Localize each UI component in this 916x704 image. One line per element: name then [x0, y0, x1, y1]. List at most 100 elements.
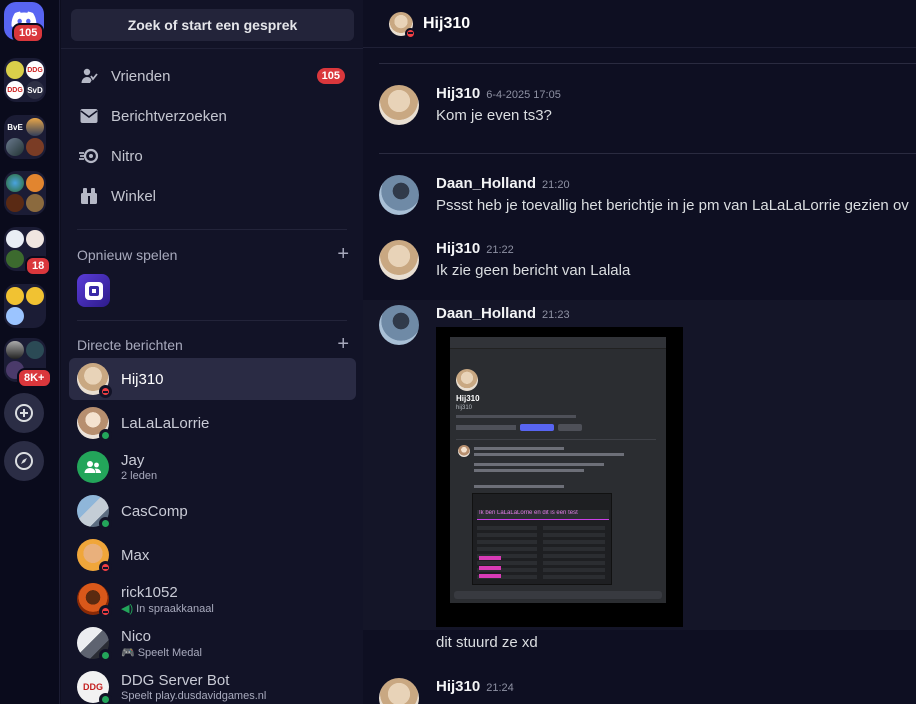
shop-icon: [79, 186, 99, 206]
message: Hij310 21:24: [379, 678, 916, 704]
avatar[interactable]: [379, 678, 419, 704]
message-author[interactable]: Hij310: [436, 85, 480, 102]
server-icon: [26, 194, 44, 212]
preview-line: [474, 447, 564, 450]
message-continuation: dit stuurd ze xd: [379, 634, 916, 654]
server-icon: [26, 341, 44, 359]
server-folder[interactable]: BvE: [4, 115, 46, 159]
server-folder[interactable]: [4, 171, 46, 215]
chat-panel: Hij310 Hij310 6-4-2025 17:05 Kom je even …: [363, 0, 916, 704]
gamepad-icon: 🎮: [121, 646, 135, 659]
message-content: Pssst heb je toevallig het berichtje in …: [436, 197, 909, 214]
nav-requests-label: Berichtverzoeken: [111, 107, 227, 125]
preview-highlight-text: Ik ben LaLaLaLorrie en dit is een test: [477, 510, 609, 520]
discover-button[interactable]: [4, 441, 44, 481]
nav-nitro-label: Nitro: [111, 147, 143, 165]
preview-name: Hij310: [456, 394, 480, 403]
avatar[interactable]: [379, 305, 419, 345]
friends-badge: 105: [316, 68, 345, 84]
game-icon[interactable]: [77, 274, 110, 307]
server-folder[interactable]: [4, 284, 46, 328]
image-attachment[interactable]: Hij310 hij310 Ik ben LaLaLaLorrie en dit…: [436, 327, 683, 627]
avatar: DDG: [77, 671, 112, 704]
avatar: [77, 583, 112, 618]
message: Hij310 6-4-2025 17:05 Kom je even ts3?: [379, 85, 916, 127]
nav-friends[interactable]: Vrienden 105: [69, 56, 355, 96]
server-icon: [26, 174, 44, 192]
server-icon: [6, 174, 24, 192]
nav-shop-label: Winkel: [111, 187, 157, 205]
avatar[interactable]: [379, 85, 419, 125]
preview-line: [474, 485, 564, 488]
dm-name: DDG Server Bot: [121, 672, 230, 689]
preview-avatar: [456, 369, 478, 391]
friends-icon: [79, 66, 99, 86]
preview-button: [520, 424, 554, 431]
home-unread-badge: 105: [12, 23, 45, 43]
avatar[interactable]: [379, 175, 419, 215]
message-timestamp: 6-4-2025 17:05: [486, 89, 561, 101]
dm-name: LaLaLaLorrie: [121, 414, 210, 432]
play-again-header: Opnieuw spelen +: [77, 243, 349, 266]
divider: [379, 153, 916, 154]
server-icon: [6, 61, 24, 79]
nav-shop[interactable]: Winkel: [69, 176, 355, 216]
divider: [379, 63, 916, 64]
message-content: dit stuurd ze xd: [436, 634, 538, 651]
preview-button: [558, 424, 582, 431]
server-icon: [6, 138, 24, 156]
message-author[interactable]: Daan_Holland: [436, 305, 536, 322]
dm-item-hij310[interactable]: Hij310: [69, 358, 356, 400]
server-icon: [6, 230, 24, 248]
server-icon: [6, 287, 24, 305]
nav-message-requests[interactable]: Berichtverzoeken: [69, 96, 355, 136]
divider: [77, 229, 347, 230]
avatar[interactable]: [379, 240, 419, 280]
server-icon: SvD: [26, 81, 44, 99]
preview-list: [543, 526, 605, 580]
server-icon: [6, 307, 24, 325]
add-server-button[interactable]: [4, 393, 44, 433]
message-author[interactable]: Daan_Holland: [436, 175, 536, 192]
play-again-title: Opnieuw spelen: [77, 246, 178, 263]
preview-nested-embed: Ik ben LaLaLaLorrie en dit is een test: [472, 493, 612, 585]
server-folder[interactable]: DDG DDG SvD: [4, 58, 46, 102]
add-icon[interactable]: +: [337, 243, 349, 266]
divider: [61, 48, 363, 49]
preview-swatch: [479, 556, 501, 560]
dm-item-rick1052[interactable]: rick1052 ◀) In spraakkanaal: [69, 578, 356, 620]
chat-title: Hij310: [423, 14, 471, 32]
avatar: [77, 495, 112, 530]
search-button[interactable]: Zoek of start een gesprek: [71, 9, 354, 41]
nitro-icon: [79, 146, 99, 166]
nav-nitro[interactable]: Nitro: [69, 136, 355, 176]
dm-name: Hij310: [121, 370, 164, 388]
preview-header: [450, 337, 666, 349]
message-author[interactable]: Hij310: [436, 678, 480, 695]
dm-item-cascomp[interactable]: CasComp: [69, 490, 356, 532]
dm-item-nico[interactable]: Nico 🎮 Speelt Medal: [69, 622, 356, 664]
message-timestamp: 21:22: [486, 244, 514, 256]
preview-divider: [456, 439, 656, 440]
server-icon: [26, 230, 44, 248]
server-icon: BvE: [6, 118, 24, 136]
preview-swatch: [479, 566, 501, 570]
dm-subtitle: 2 leden: [121, 470, 158, 482]
dm-name: rick1052: [121, 583, 178, 601]
message-timestamp: 21:24: [486, 682, 514, 694]
dm-item-ddg-server-bot[interactable]: DDG DDG Server Bot Speelt play.dusdavidg…: [69, 666, 356, 704]
status-dnd-icon: [99, 385, 112, 398]
message-author[interactable]: Hij310: [436, 240, 480, 257]
status-dnd-icon: [99, 561, 112, 574]
server-icon: [6, 194, 24, 212]
create-dm-icon[interactable]: +: [337, 333, 349, 356]
chat-header: Hij310: [363, 0, 916, 48]
header-avatar: [389, 11, 416, 39]
dm-item-jay[interactable]: Jay 2 leden: [69, 446, 356, 488]
status-online-icon: [99, 429, 112, 442]
dm-subtitle: Speelt play.dusdavidgames.nl: [121, 690, 267, 702]
server-unread-badge: 8K+: [17, 368, 52, 388]
dm-item-max[interactable]: Max: [69, 534, 356, 576]
dm-item-lalalalorrie[interactable]: LaLaLaLorrie: [69, 402, 356, 444]
dm-header-title: Directe berichten: [77, 336, 183, 353]
